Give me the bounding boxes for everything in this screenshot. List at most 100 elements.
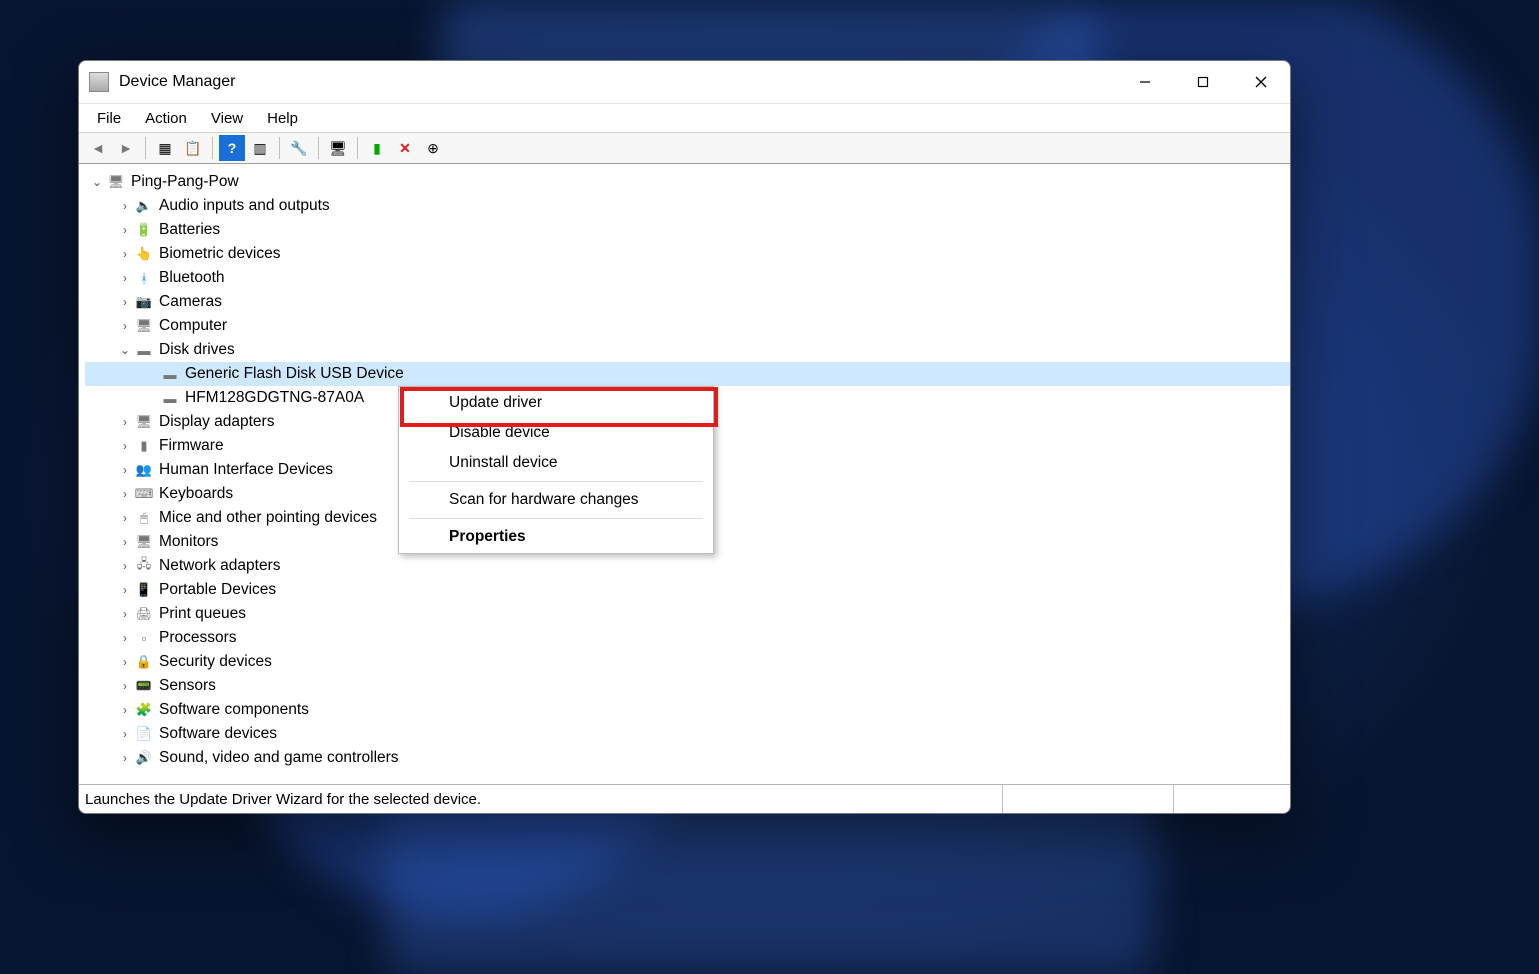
context-menu-item[interactable]: Update driver: [399, 388, 713, 418]
tree-label: Computer: [159, 317, 227, 335]
tree-label: Sensors: [159, 677, 216, 695]
tree-label: Keyboards: [159, 485, 233, 503]
expander-icon[interactable]: ›: [117, 463, 133, 477]
tree-node[interactable]: ›👆Biometric devices: [85, 242, 1290, 266]
expander-icon[interactable]: ›: [117, 511, 133, 525]
tree-node[interactable]: ›🧩 Software components: [85, 698, 1290, 722]
back-button[interactable]: ◄: [85, 135, 111, 161]
properties-button[interactable]: 📋: [180, 135, 206, 161]
context-menu-item[interactable]: Uninstall device: [399, 448, 713, 478]
update-driver-button[interactable]: 🔧: [286, 135, 312, 161]
expander-icon[interactable]: ›: [117, 535, 133, 549]
menu-view[interactable]: View: [201, 107, 253, 130]
tree-label: Batteries: [159, 221, 220, 239]
expander-icon[interactable]: ›: [117, 295, 133, 309]
expander-icon[interactable]: ›: [117, 487, 133, 501]
tree-node[interactable]: ›📟Sensors: [85, 674, 1290, 698]
expander-icon[interactable]: ›: [117, 439, 133, 453]
tree-label: Cameras: [159, 293, 222, 311]
scan-button[interactable]: ▥: [247, 135, 273, 161]
device-icon: ▬: [161, 389, 179, 407]
show-hidden-button[interactable]: ▦: [152, 135, 178, 161]
expander-icon[interactable]: ›: [117, 247, 133, 261]
context-menu-item[interactable]: Scan for hardware changes: [399, 485, 713, 515]
tree-label: Firmware: [159, 437, 224, 455]
tree-label: Sound, video and game controllers: [159, 749, 399, 767]
tree-node[interactable]: ›🔒Security devices: [85, 650, 1290, 674]
uninstall-button[interactable]: ✕: [392, 135, 418, 161]
toolbar: ◄ ► ▦ 📋 ? ▥ 🔧 🖥 ▮ ✕ ⊕: [79, 133, 1290, 164]
status-text: Launches the Update Driver Wizard for th…: [85, 791, 481, 808]
expander-icon[interactable]: ›: [117, 607, 133, 621]
menu-file[interactable]: File: [87, 107, 131, 130]
expander-icon[interactable]: ›: [117, 223, 133, 237]
expander-icon[interactable]: ›: [117, 319, 133, 333]
tree-node[interactable]: ›📷 Cameras: [85, 290, 1290, 314]
tree-label: Software devices: [159, 725, 277, 743]
tree-node[interactable]: ›🖨Print queues: [85, 602, 1290, 626]
expander-icon[interactable]: ›: [117, 727, 133, 741]
expander-icon[interactable]: ›: [117, 199, 133, 213]
device-icon: 👆: [135, 245, 153, 263]
device-icon: 🖥: [135, 533, 153, 551]
tree-label: HFM128GDGTNG-87A0A: [185, 389, 364, 407]
scan-hardware-button[interactable]: ⊕: [420, 135, 446, 161]
menu-help[interactable]: Help: [257, 107, 308, 130]
expander-icon[interactable]: ›: [117, 583, 133, 597]
window-title: Device Manager: [119, 73, 236, 91]
tree-label: Disk drives: [159, 341, 235, 359]
tree-label: Security devices: [159, 653, 272, 671]
tree-node[interactable]: ›📱Portable Devices: [85, 578, 1290, 602]
expander-icon[interactable]: ›: [117, 631, 133, 645]
help-button[interactable]: ?: [219, 135, 245, 161]
expander-icon[interactable]: ⌄: [89, 175, 105, 189]
menubar: File Action View Help: [79, 104, 1290, 133]
device-icon: ▬: [161, 365, 179, 383]
forward-button[interactable]: ►: [113, 135, 139, 161]
tree-label: Network adapters: [159, 557, 280, 575]
context-menu-item[interactable]: Disable device: [399, 418, 713, 448]
tree-label: Software components: [159, 701, 309, 719]
tree-node[interactable]: ›📄Software devices: [85, 722, 1290, 746]
device-icon: 🖥: [107, 173, 125, 191]
context-menu-item[interactable]: Properties: [399, 522, 713, 552]
device-icon: 🔈: [135, 197, 153, 215]
minimize-button[interactable]: [1116, 61, 1174, 103]
device-icon: ᚼ: [135, 269, 153, 287]
context-menu: Update driverDisable deviceUninstall dev…: [398, 386, 714, 554]
tree-node[interactable]: ▬Generic Flash Disk USB Device: [85, 362, 1290, 386]
expander-icon[interactable]: ›: [117, 559, 133, 573]
expander-icon[interactable]: ›: [117, 703, 133, 717]
tree-node[interactable]: ›🔊 Sound, video and game controllers: [85, 746, 1290, 770]
tree-label: Portable Devices: [159, 581, 276, 599]
device-icon: 🔊: [135, 749, 153, 767]
expander-icon[interactable]: ⌄: [117, 343, 133, 357]
computer-icon[interactable]: 🖥: [325, 135, 351, 161]
device-icon: 🖱: [135, 509, 153, 527]
device-icon: 🖥: [135, 413, 153, 431]
enable-button[interactable]: ▮: [364, 135, 390, 161]
tree-node[interactable]: ›🖥Computer: [85, 314, 1290, 338]
tree-label: Ping-Pang-Pow: [131, 173, 239, 191]
expander-icon[interactable]: ›: [117, 415, 133, 429]
expander-icon[interactable]: ›: [117, 679, 133, 693]
device-icon: ▬: [135, 341, 153, 359]
device-icon: 👥: [135, 461, 153, 479]
tree-node[interactable]: ⌄▬ Disk drives: [85, 338, 1290, 362]
device-icon: 🧩: [135, 701, 153, 719]
tree-node[interactable]: ›🔈 Audio inputs and outputs: [85, 194, 1290, 218]
expander-icon[interactable]: ›: [117, 751, 133, 765]
maximize-button[interactable]: [1174, 61, 1232, 103]
device-icon: 📷: [135, 293, 153, 311]
close-button[interactable]: [1232, 61, 1290, 103]
tree-node[interactable]: ›🖧Network adapters: [85, 554, 1290, 578]
expander-icon[interactable]: ›: [117, 655, 133, 669]
tree-label: Print queues: [159, 605, 246, 623]
tree-node[interactable]: ⌄🖥 Ping-Pang-Pow: [85, 170, 1290, 194]
expander-icon[interactable]: ›: [117, 271, 133, 285]
tree-node[interactable]: ›🔋Batteries: [85, 218, 1290, 242]
menu-action[interactable]: Action: [135, 107, 197, 130]
tree-node[interactable]: ›ᚼBluetooth: [85, 266, 1290, 290]
tree-label: Audio inputs and outputs: [159, 197, 330, 215]
tree-node[interactable]: ›▫Processors: [85, 626, 1290, 650]
